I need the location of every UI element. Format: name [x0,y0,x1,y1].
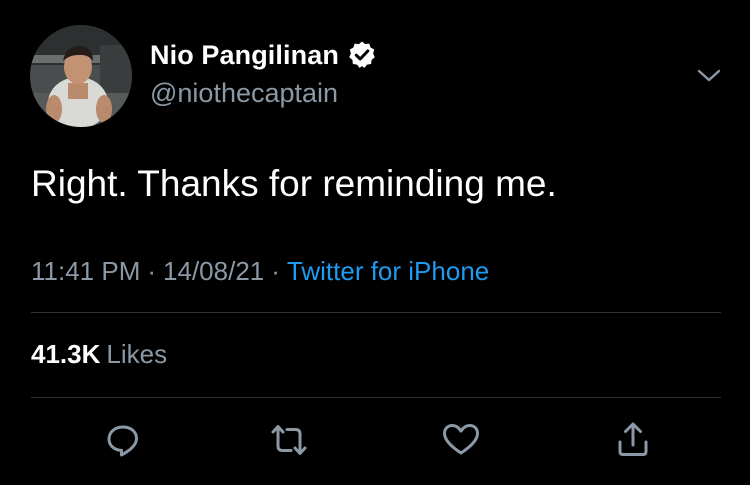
avatar[interactable] [30,25,132,127]
divider [31,397,721,398]
tweet-card: Nio Pangilinan @niothecaptain Right. Tha… [0,0,750,485]
avatar-image [30,25,132,127]
like-icon[interactable] [439,418,483,462]
display-name[interactable]: Nio Pangilinan [150,40,339,71]
tweet-meta: 11:41 PM · 14/08/21 · Twitter for iPhone [31,256,489,287]
reply-icon[interactable] [101,418,145,462]
verified-badge-icon [347,40,377,70]
author-block: Nio Pangilinan @niothecaptain [150,38,377,109]
likes-count: 41.3K [31,339,101,369]
tweet-source[interactable]: Twitter for iPhone [287,256,489,286]
chevron-down-icon[interactable] [693,60,725,92]
name-row: Nio Pangilinan [150,38,377,72]
likes-label: Likes [106,339,168,369]
tweet-date[interactable]: 14/08/21 [163,256,264,286]
tweet-text: Right. Thanks for reminding me. [31,163,557,204]
retweet-icon[interactable] [267,418,311,462]
meta-separator: · [271,256,280,286]
meta-separator: · [147,256,157,286]
divider [31,312,721,313]
handle[interactable]: @niothecaptain [150,78,377,109]
share-icon[interactable] [611,418,655,462]
tweet-time[interactable]: 11:41 PM [31,256,140,286]
likes-stat[interactable]: 41.3K Likes [31,339,167,370]
